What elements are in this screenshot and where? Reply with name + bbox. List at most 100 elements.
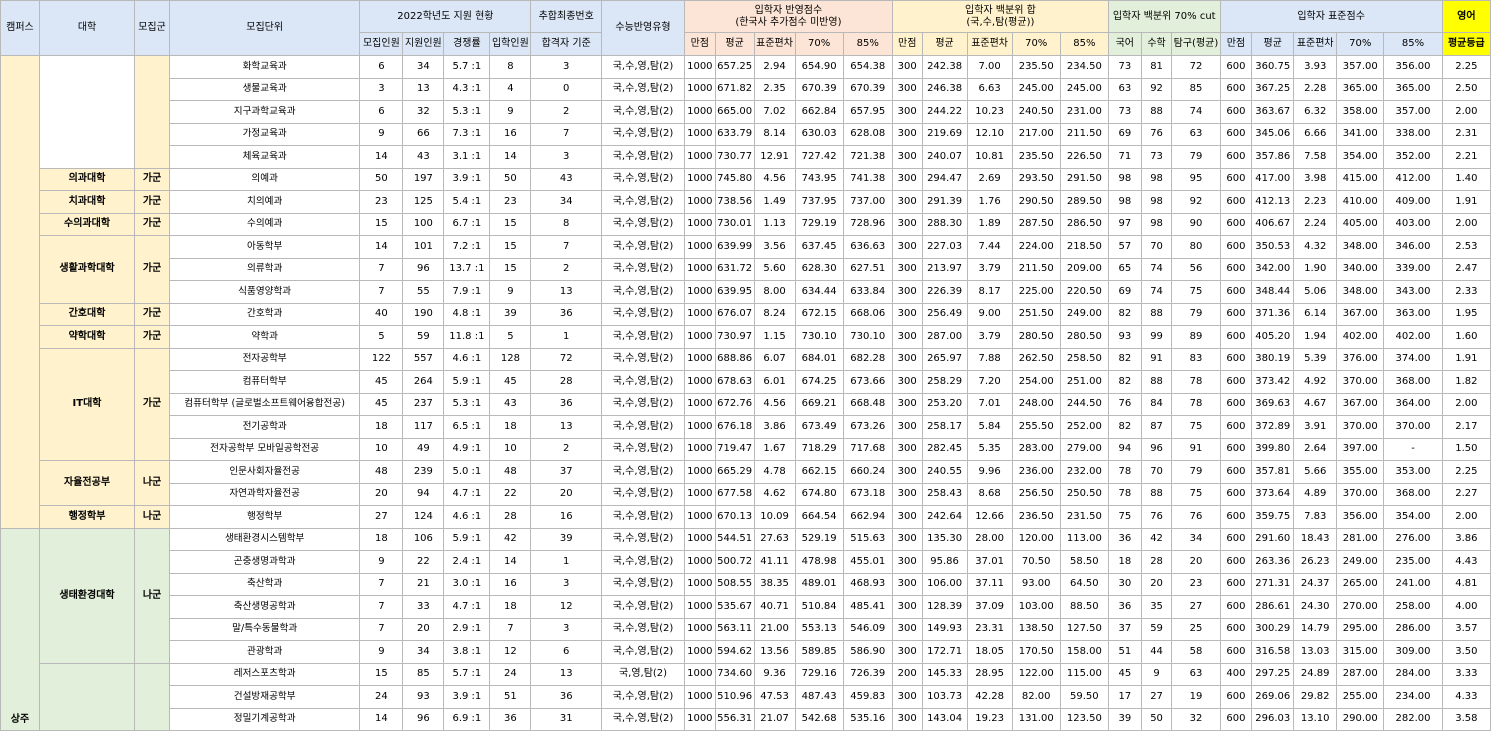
pct-sd-cell: 6.63 — [966, 77, 1013, 101]
csat-type-cell: 국,수,영,탐(2) — [601, 640, 685, 664]
ratio-cell: 4.8 :1 — [443, 302, 491, 326]
pct-avg-cell: 288.30 — [921, 212, 968, 236]
admitted-cell: 23 — [489, 190, 532, 214]
pct-70-cell: 235.50 — [1011, 145, 1061, 169]
header-college: 대학 — [38, 0, 136, 56]
score-85-cell: 730.10 — [842, 325, 893, 349]
std-max-cell: 600 — [1219, 347, 1253, 371]
std-70-cell: 370.00 — [1336, 482, 1385, 506]
applicants-cell: 34 — [402, 640, 445, 664]
recruit-cell: 10 — [359, 437, 404, 461]
eng-avg-cell: 1.60 — [1441, 325, 1491, 349]
table-row: 레저스포츠학과 15 85 5.7 :1 24 13 국,영,탐(2) 1000 734.60 9… — [1, 662, 1491, 731]
std-avg-cell: 417.00 — [1251, 167, 1295, 191]
college-cell: 의과대학 — [38, 167, 136, 191]
header-score-sum-note: (한국사 추가점수 미반영) — [735, 16, 842, 28]
unit-cell: 지구과학교육과 — [168, 100, 361, 124]
std-sd-cell: 26.23 — [1293, 550, 1338, 574]
group-cell: 가군 — [134, 190, 170, 214]
table-row: 약학대학 가군 약학과 5 59 11.8 :1 5 1 국,수,영,탐(2) 1000 730.9… — [1, 325, 1491, 349]
score-avg-cell: 594.62 — [714, 640, 755, 664]
csat-type-cell: 국,수,영,탐(2) — [601, 100, 685, 124]
table-row: 곤충생명과학과 9 22 2.4 :1 14 1 국,수,영,탐(2) 1000 500.72 4… — [1, 550, 1491, 574]
recruit-cell: 45 — [359, 370, 404, 394]
pct-70-cell: 93.00 — [1011, 572, 1061, 596]
unit-cell: 레저스포츠학과 — [168, 662, 361, 686]
pct70-inq-cell: 83 — [1171, 347, 1221, 371]
unit-cell: 수의예과 — [168, 212, 361, 236]
pct-85-cell: 88.50 — [1059, 595, 1109, 619]
score-max-cell: 1000 — [683, 482, 716, 506]
std-85-cell: 368.00 — [1383, 370, 1443, 394]
csat-type-cell: 국,수,영,탐(2) — [601, 460, 685, 484]
pct-avg-cell: 226.39 — [921, 280, 968, 304]
table-row: 전기공학과 18 117 6.5 :1 18 13 국,수,영,탐(2) 1000 676.18… — [1, 415, 1491, 439]
std-avg-cell: 360.75 — [1251, 55, 1295, 79]
header-pct-70: 70% — [1011, 32, 1061, 56]
std-max-cell: 600 — [1219, 145, 1253, 169]
table-row: 축산학과 7 21 3.0 :1 16 3 국,수,영,탐(2) 1000 508.55 38.3… — [1, 572, 1491, 596]
pct-85-cell: 123.50 — [1059, 707, 1109, 731]
pct-70-cell: 236.00 — [1011, 460, 1061, 484]
std-sd-cell: 7.83 — [1293, 505, 1338, 529]
applicants-cell: 33 — [402, 595, 445, 619]
eng-avg-cell: 2.25 — [1441, 55, 1491, 79]
applicants-cell: 106 — [402, 527, 445, 551]
pct70-math-cell: 99 — [1140, 325, 1173, 349]
admitted-cell: 48 — [489, 460, 532, 484]
ratio-cell: 4.7 :1 — [443, 482, 491, 506]
std-max-cell: 600 — [1219, 437, 1253, 461]
pct-70-cell: 211.50 — [1011, 257, 1061, 281]
score-70-cell: 553.13 — [794, 617, 844, 641]
admitted-cell: 15 — [489, 212, 532, 236]
pct-max-cell: 300 — [891, 212, 923, 236]
header-std-sd: 표준편차 — [1293, 32, 1338, 56]
recruit-cell: 9 — [359, 640, 404, 664]
pct70-inq-cell: 78 — [1171, 392, 1221, 416]
eng-avg-cell: 2.47 — [1441, 257, 1491, 281]
std-max-cell: 600 — [1219, 505, 1253, 529]
csat-type-cell: 국,수,영,탐(2) — [601, 707, 685, 731]
pct-avg-cell: 240.55 — [921, 460, 968, 484]
pct-avg-cell: 219.69 — [921, 122, 968, 146]
final-no-cell: 1 — [530, 550, 603, 574]
pct70-math-cell: 98 — [1140, 167, 1173, 191]
score-sd-cell: 21.00 — [753, 617, 796, 641]
final-no-cell: 3 — [530, 617, 603, 641]
pct70-kor-cell: 76 — [1107, 392, 1142, 416]
ratio-cell: 3.0 :1 — [443, 572, 491, 596]
std-70-cell: 287.00 — [1336, 662, 1385, 686]
pct70-math-cell: 44 — [1140, 640, 1173, 664]
table-row: 화학교육과 6 34 5.7 :1 8 3 국,수,영,탐(2) 1000 657.25 2.94… — [0, 55, 1491, 529]
admitted-cell: 18 — [489, 415, 532, 439]
pct-70-cell: 235.50 — [1011, 55, 1061, 79]
table-row: 가정교육과 9 66 7.3 :1 16 7 국,수,영,탐(2) 1000 633.79 8.1… — [1, 122, 1491, 146]
score-70-cell: 664.54 — [794, 505, 844, 529]
score-85-cell: 627.51 — [842, 257, 893, 281]
pct70-inq-cell: 58 — [1171, 640, 1221, 664]
pct-85-cell: 231.50 — [1059, 505, 1109, 529]
header-sub-final: 합격자 기준 — [530, 32, 603, 56]
table-row: 상주 생태환경대학 나군 생태환경시스템학부 18 106 5.9 :1 42 39 국,수,영,… — [0, 527, 1491, 731]
std-70-cell: 415.00 — [1336, 167, 1385, 191]
csat-type-cell: 국,수,영,탐(2) — [601, 572, 685, 596]
header-apply-2022: 2022학년도 지원 현황 — [359, 0, 532, 33]
header-std-70: 70% — [1336, 32, 1385, 56]
header-score-max: 만점 — [683, 32, 716, 56]
std-avg-cell: 357.81 — [1251, 460, 1295, 484]
score-70-cell: 673.49 — [794, 415, 844, 439]
pct-70-cell: 170.50 — [1011, 640, 1061, 664]
score-max-cell: 1000 — [683, 527, 716, 551]
pct70-inq-cell: 95 — [1171, 167, 1221, 191]
recruit-cell: 14 — [359, 707, 404, 731]
pct-sd-cell: 12.66 — [966, 505, 1013, 529]
std-max-cell: 600 — [1219, 415, 1253, 439]
std-sd-cell: 2.23 — [1293, 190, 1338, 214]
applicants-cell: 125 — [402, 190, 445, 214]
pct-85-cell: 232.00 — [1059, 460, 1109, 484]
std-85-cell: 258.00 — [1383, 595, 1443, 619]
pct70-inq-cell: 79 — [1171, 302, 1221, 326]
score-sd-cell: 4.56 — [753, 392, 796, 416]
score-max-cell: 1000 — [683, 347, 716, 371]
group-cell: 가군 — [134, 302, 170, 326]
